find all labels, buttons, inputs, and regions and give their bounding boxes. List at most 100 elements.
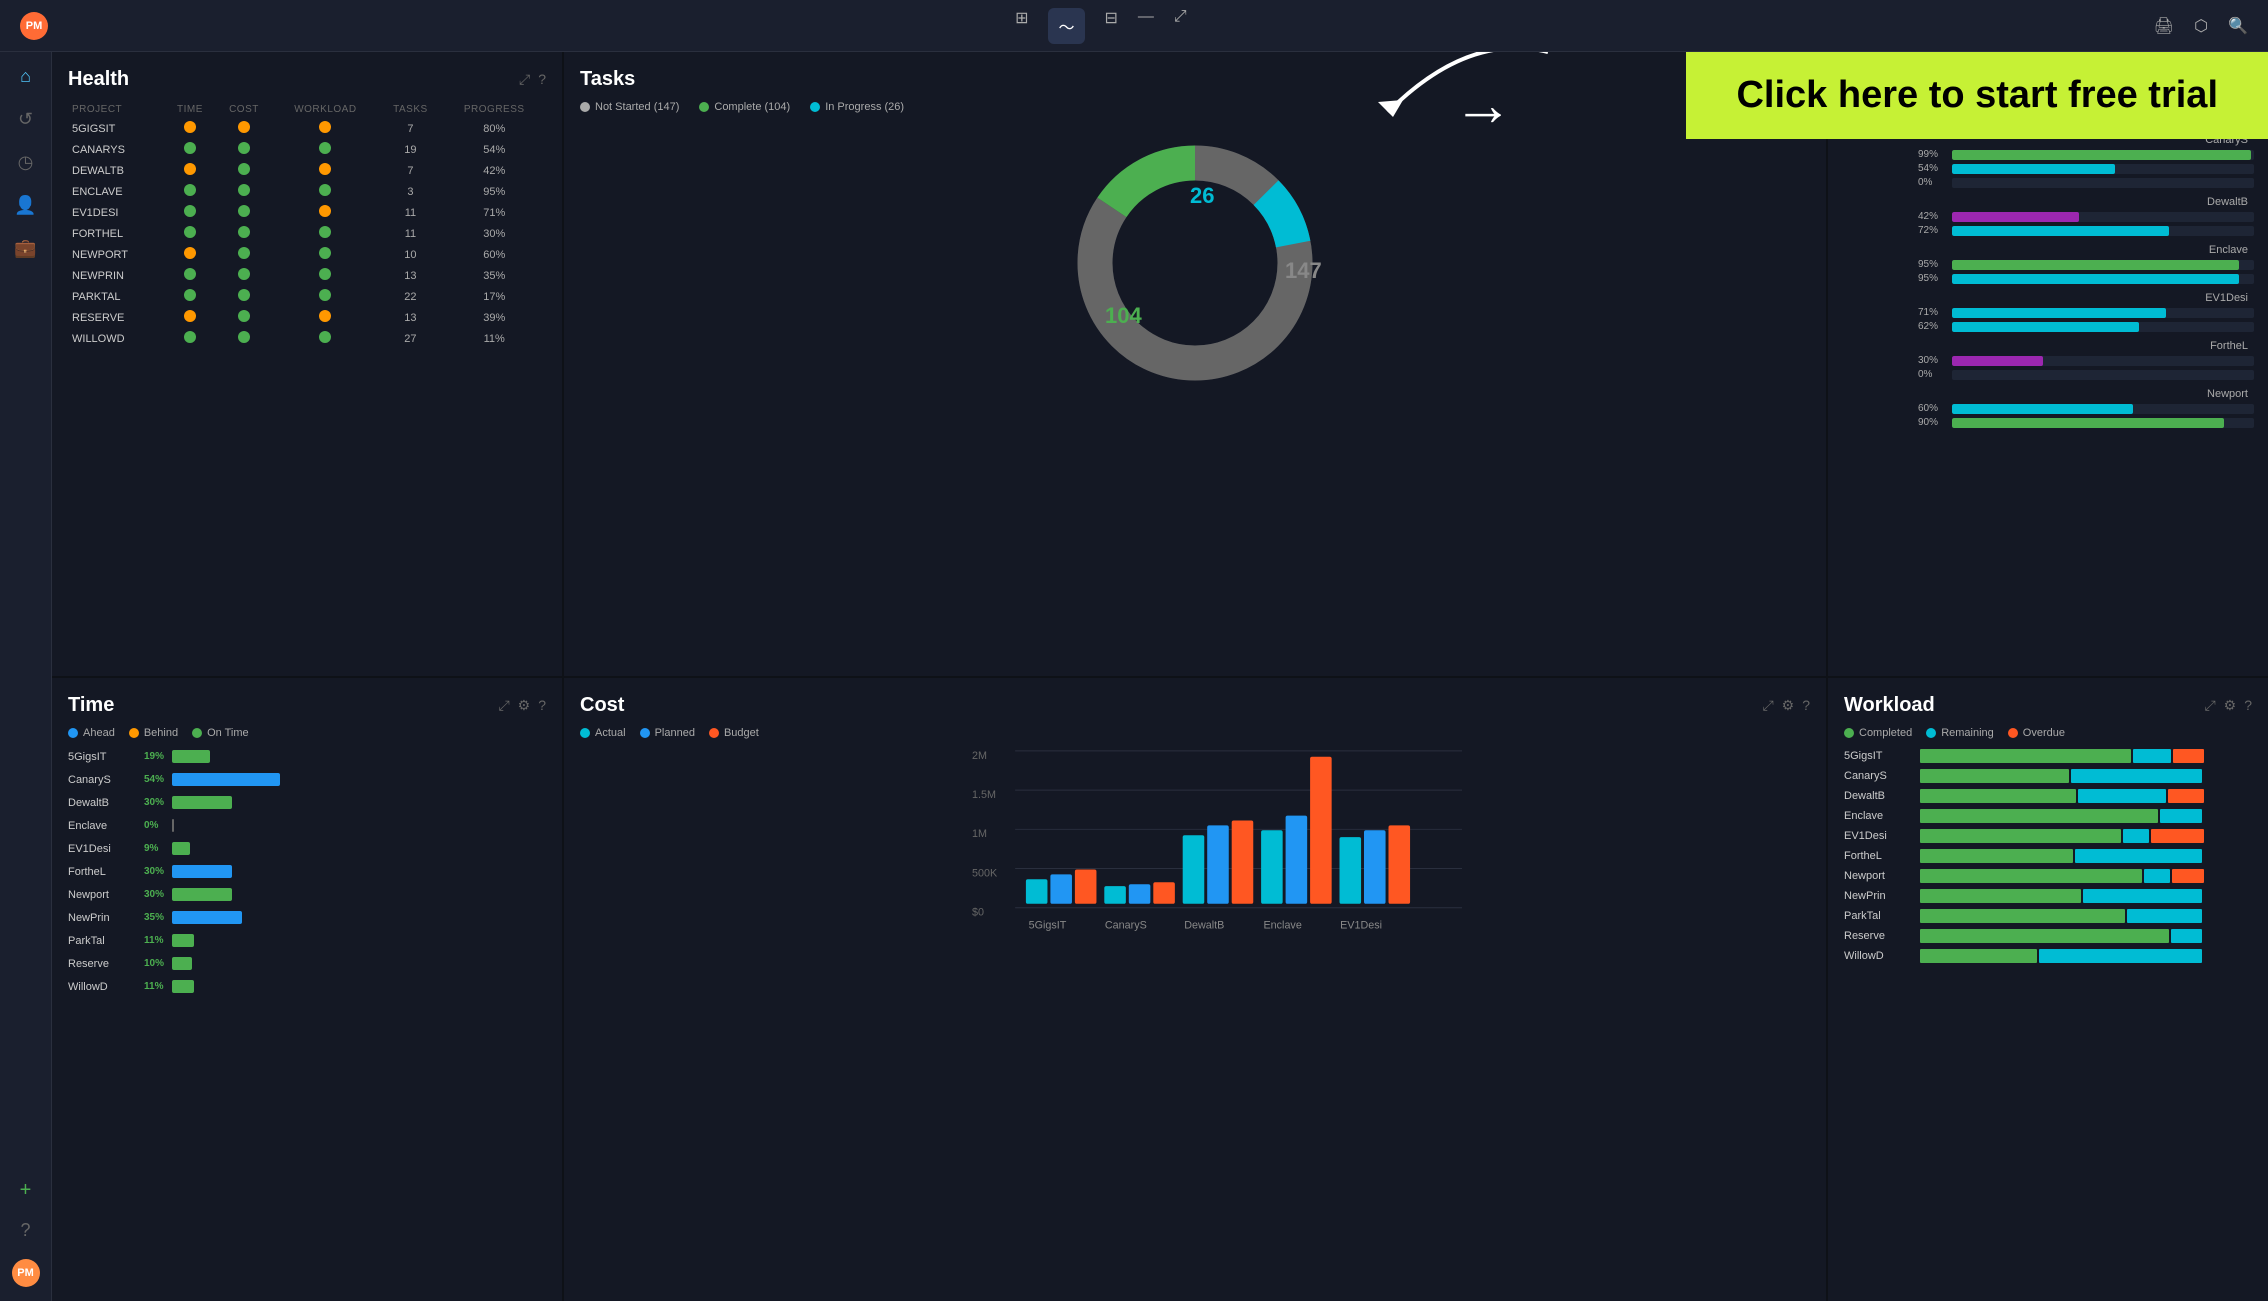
progress-group: CanaryS99%54%0% [1842,134,2254,188]
legend-complete-label: Complete (104) [714,101,790,113]
progress-group: Newport60%90% [1842,388,2254,428]
col-cost: COST [216,101,273,118]
search-icon[interactable]: 🔍 [2228,16,2248,36]
legend-overdue-label: Overdue [2023,727,2065,739]
col-time: TIME [164,101,215,118]
link-icon[interactable]: — [1138,8,1154,44]
workload-row-label: WillowD [1844,950,1914,962]
donut-chart: 104 147 26 [1045,123,1345,403]
health-progress: 11% [442,328,546,349]
sidebar-avatar[interactable]: PM [12,1259,40,1287]
workload-bar-row: Reserve [1844,929,2252,943]
time-settings-icon[interactable]: ⚙ [518,697,531,714]
health-project-name: EV1DESI [68,202,164,223]
workload-row-label: FortheL [1844,850,1914,862]
topbar: PM ⊞ 〜 ⊟ — ⤢ 🖨 ⬡ 🔍 [0,0,2268,52]
sidebar-briefcase-icon[interactable]: 💼 [14,238,36,259]
health-progress: 35% [442,265,546,286]
cost-legend: Actual Planned Budget [580,727,1810,739]
workload-row-bars [1920,809,2202,823]
table-icon[interactable]: ⊟ [1105,8,1118,44]
health-workload-dot [272,181,378,202]
workload-legend: Completed Remaining Overdue [1844,727,2252,739]
sidebar-home-icon[interactable]: ⌂ [20,66,31,87]
time-bar-row: Enclave 0% [68,818,546,834]
workload-info-icon[interactable]: ? [2244,697,2252,714]
print-icon[interactable]: 🖨 [2154,16,2174,36]
health-workload-dot [272,160,378,181]
time-bar-row: ParkTal 11% [68,933,546,949]
svg-text:1M: 1M [972,828,987,840]
health-project-name: FORTHEL [68,223,164,244]
health-row: 5GIGSIT 7 80% [68,118,546,139]
health-tasks: 3 [378,181,442,202]
time-bar-area: 0% [144,818,364,834]
workload-expand-icon[interactable]: ⤢ [2204,697,2215,714]
health-time-dot [164,286,215,307]
cost-settings-icon[interactable]: ⚙ [1782,697,1795,714]
time-row-label: DewaltB [68,797,138,809]
time-bar-row: FortheL 30% [68,864,546,880]
legend-ahead: Ahead [68,727,115,739]
health-row: ENCLAVE 3 95% [68,181,546,202]
time-bar-area: 54% [144,772,364,788]
cost-info-icon[interactable]: ? [1802,697,1810,714]
health-row: DEWALTB 7 42% [68,160,546,181]
dashboard-grid: Health ⤢ ? PROJECT TIME COST WOR [52,52,2268,1301]
time-bar-area: 19% [144,749,364,765]
health-tasks: 7 [378,118,442,139]
health-cost-dot [216,265,273,286]
time-row-label: 5GigsIT [68,751,138,763]
time-bar-area: 11% [144,979,364,995]
legend-in-progress: In Progress (26) [810,101,904,113]
progress-group: FortheL30%0% [1842,340,2254,380]
time-expand-icon[interactable]: ⤢ [498,697,509,714]
health-workload-dot [272,307,378,328]
time-bar-row: Reserve 10% [68,956,546,972]
app-container: PM ⊞ 〜 ⊟ — ⤢ 🖨 ⬡ 🔍 ⌂ ↺ ◷ 👤 💼 + ? PM [0,0,2268,1301]
workload-bar-row: ParkTal [1844,909,2252,923]
workload-settings-icon[interactable]: ⚙ [2224,697,2237,714]
chart-icon[interactable]: 〜 [1048,8,1084,44]
hierarchy-icon[interactable]: ⤢ [1174,8,1187,44]
svg-text:$0: $0 [972,906,984,918]
time-bar-area: 9% [144,841,364,857]
grid-icon[interactable]: ⊞ [1015,8,1028,44]
time-bar-area: 30% [144,864,364,880]
health-time-dot [164,139,215,160]
time-row-label: EV1Desi [68,843,138,855]
sidebar-user-icon[interactable]: 👤 [14,195,36,216]
time-row-label: Newport [68,889,138,901]
col-tasks: TASKS [378,101,442,118]
svg-text:5GigsIT: 5GigsIT [1029,919,1067,931]
svg-text:2M: 2M [972,749,987,761]
workload-row-bars [1920,789,2204,803]
workload-bars: 5GigsIT CanaryS DewaltB Enclave EV1Desi [1844,749,2252,963]
health-project-name: DEWALTB [68,160,164,181]
time-bars: 5GigsIT 19% CanaryS 54% DewaltB 30% Encl… [68,749,546,995]
cta-arrow-svg [1368,52,1568,152]
health-cost-dot [216,160,273,181]
topbar-icons: ⊞ 〜 ⊟ — ⤢ [1015,8,1187,44]
filter-icon[interactable]: ⬡ [2194,16,2208,36]
sidebar-add-icon[interactable]: + [20,1179,32,1202]
time-row-label: CanaryS [68,774,138,786]
sidebar-refresh-icon[interactable]: ↺ [18,109,33,130]
cost-expand-icon[interactable]: ⤢ [1762,697,1773,714]
health-info-icon[interactable]: ? [538,71,546,88]
legend-actual-label: Actual [595,727,626,739]
time-info-icon[interactable]: ? [538,697,546,714]
cta-banner[interactable]: Click here to start free trial [1686,52,2268,139]
workload-bar-row: Enclave [1844,809,2252,823]
workload-row-bars [1920,929,2202,943]
health-tasks: 27 [378,328,442,349]
health-row: NEWPORT 10 60% [68,244,546,265]
workload-row-bars [1920,889,2202,903]
health-project-name: NEWPORT [68,244,164,265]
sidebar-clock-icon[interactable]: ◷ [18,152,34,173]
svg-text:500K: 500K [972,867,998,879]
progress-group: EV1Desi71%62% [1842,292,2254,332]
sidebar-help-icon[interactable]: ? [20,1220,30,1241]
donut-container: 104 147 26 [580,123,1810,403]
health-expand-icon[interactable]: ⤢ [519,71,530,88]
